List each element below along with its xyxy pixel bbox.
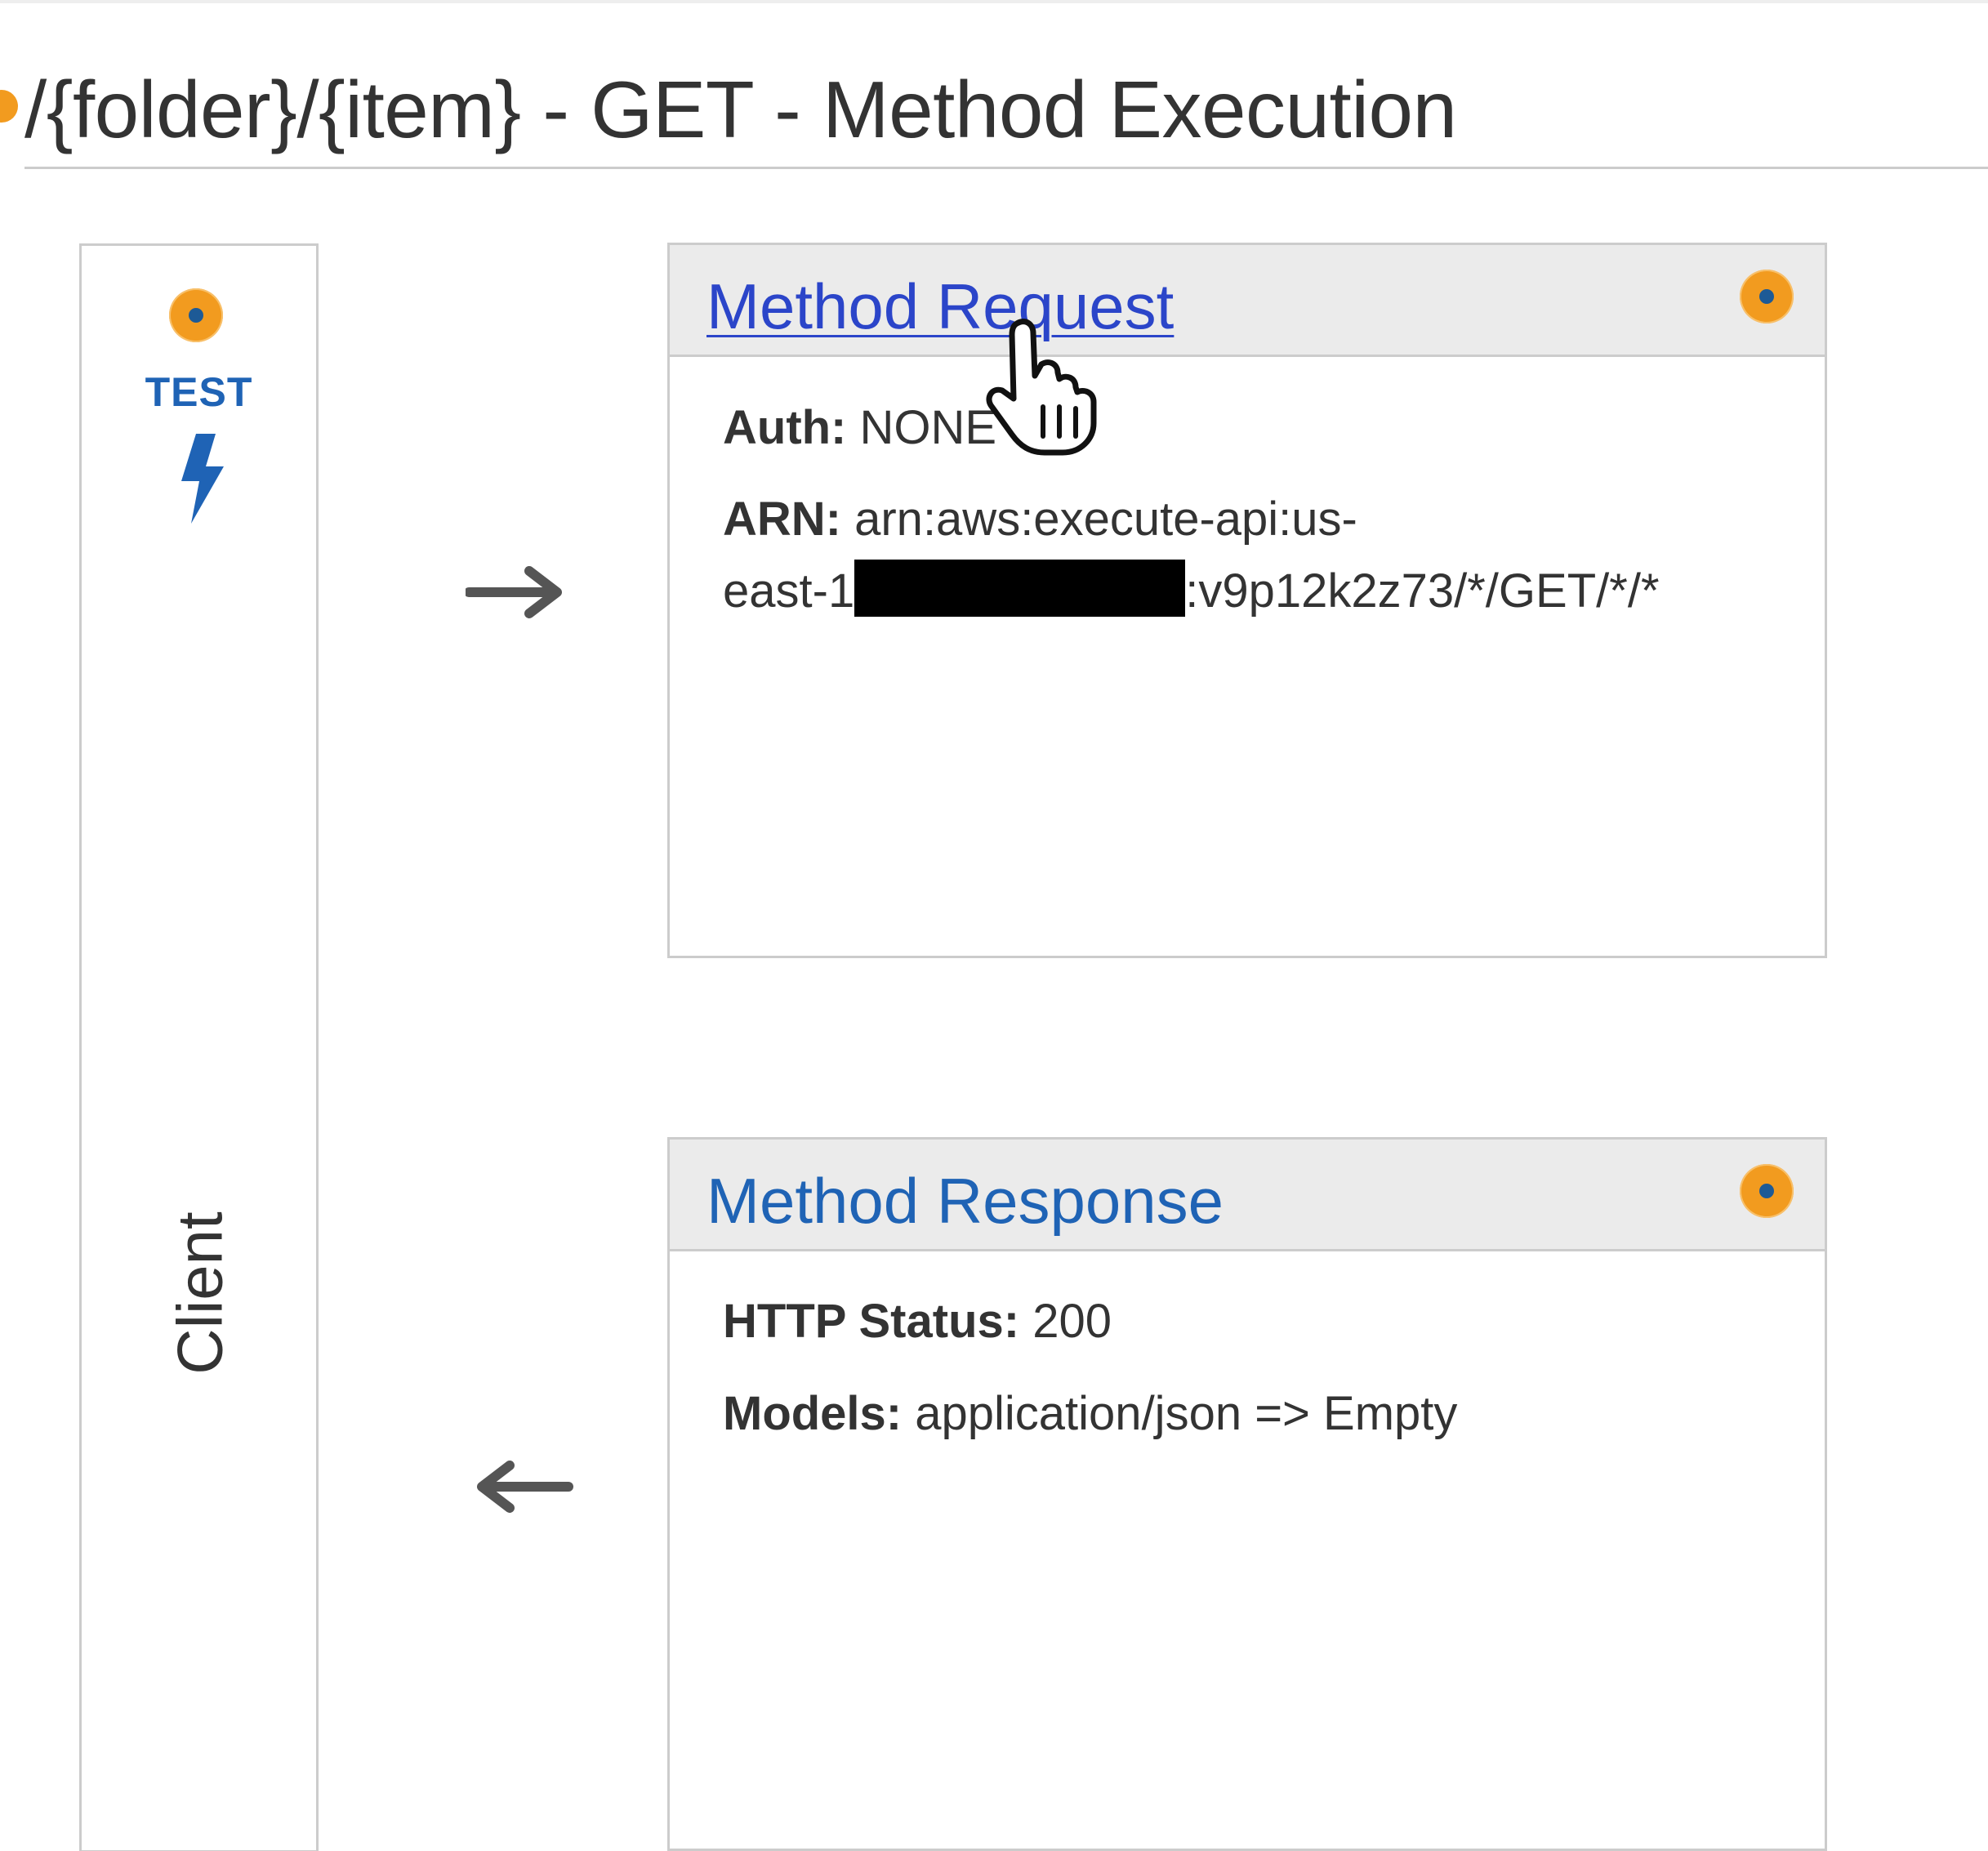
page-title: /{folder}/{item} - GET - Method Executio… <box>25 65 1457 154</box>
client-panel: TEST Client <box>79 243 319 1851</box>
method-request-panel: Method Request Auth: NONE ARN: arn:aws:e… <box>667 243 1827 958</box>
method-response-link[interactable]: Method Response <box>706 1164 1224 1238</box>
arn-field: ARN: arn:aws:execute-api:us- <box>723 484 1357 555</box>
models-field: Models: application/json => Empty <box>723 1378 1457 1450</box>
method-request-header: Method Request <box>670 245 1825 357</box>
settings-dot-icon[interactable] <box>1740 1164 1794 1218</box>
auth-field: Auth: NONE <box>723 392 996 464</box>
settings-dot-icon[interactable] <box>169 288 223 342</box>
method-response-header: Method Response <box>670 1140 1825 1251</box>
http-status-value: 200 <box>1032 1295 1112 1348</box>
arn-key: ARN: <box>723 493 841 546</box>
client-label: Client <box>163 1211 236 1375</box>
http-status-key: HTTP Status: <box>723 1295 1020 1348</box>
method-response-panel: Method Response HTTP Status: 200 Models:… <box>667 1137 1827 1851</box>
lightning-bolt-icon[interactable] <box>173 434 230 524</box>
settings-dot-icon[interactable] <box>1740 270 1794 323</box>
test-button[interactable]: TEST <box>82 368 316 416</box>
arn-value-suffix: :v9p12k2z73/*/GET/*/* <box>1185 564 1660 618</box>
auth-key: Auth: <box>723 401 847 454</box>
redacted-account-id <box>854 560 1186 617</box>
arn-value-line1: arn:aws:execute-api:us- <box>854 493 1357 546</box>
top-divider <box>0 0 1988 3</box>
arrow-left-icon <box>477 1461 573 1513</box>
models-value: application/json => Empty <box>915 1387 1458 1440</box>
models-key: Models: <box>723 1387 903 1440</box>
arn-value-prefix: east-1 <box>723 564 855 618</box>
method-request-link[interactable]: Method Request <box>706 270 1174 344</box>
method-execution-page: /{folder}/{item} - GET - Method Executio… <box>0 0 1988 1851</box>
arrow-right-icon <box>466 566 562 618</box>
http-status-field: HTTP Status: 200 <box>723 1286 1112 1358</box>
arn-field-line2: east-1 :v9p12k2z73/*/GET/*/* <box>723 555 1660 627</box>
auth-value: NONE <box>859 401 997 454</box>
title-divider <box>25 167 1988 169</box>
title-status-dot-icon <box>0 90 18 123</box>
